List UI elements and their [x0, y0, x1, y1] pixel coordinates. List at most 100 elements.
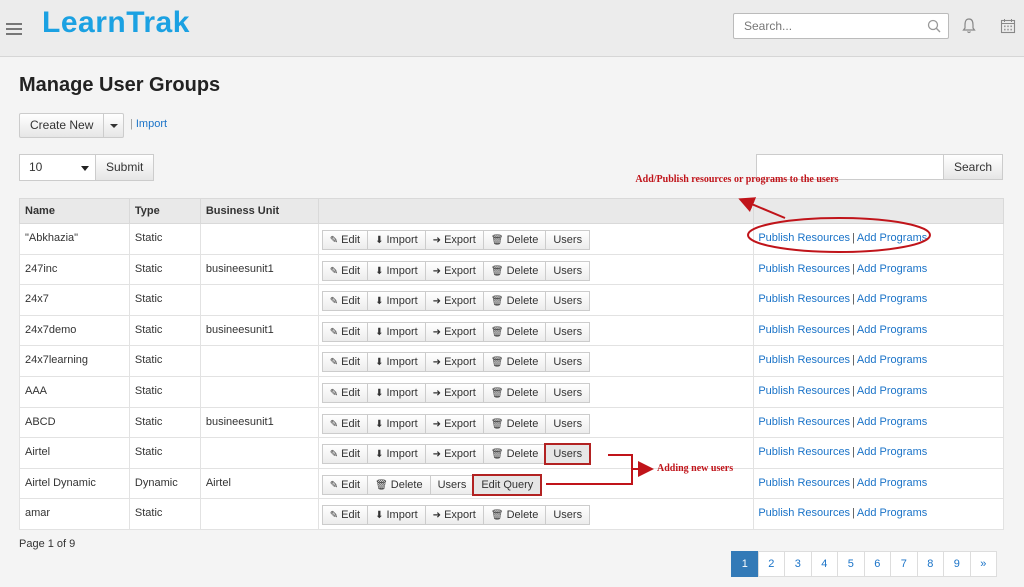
- users-button[interactable]: Users: [544, 443, 592, 466]
- users-button[interactable]: Users: [545, 413, 591, 434]
- add-programs-link[interactable]: Add Programs: [857, 232, 927, 244]
- delete-button[interactable]: 🗑 Delete: [482, 413, 547, 434]
- publish-resources-link[interactable]: Publish Resources: [758, 293, 850, 305]
- table-row: 24x7 Static ✎ Edit ⬇ Import ➜ Export 🗑 Delete Us…: [19, 284, 1004, 316]
- submit-button[interactable]: Submit: [96, 154, 155, 181]
- column-header-business-unit[interactable]: Business Unit: [199, 198, 319, 224]
- import-button[interactable]: ⬇ Import: [367, 321, 426, 342]
- calendar-icon[interactable]: [1000, 18, 1016, 34]
- users-button[interactable]: Users: [545, 505, 591, 526]
- pagination-next[interactable]: »: [969, 551, 997, 577]
- pagination-page[interactable]: 4: [810, 551, 838, 577]
- users-button[interactable]: Users: [545, 382, 591, 403]
- edit-button[interactable]: ✎ Edit: [321, 291, 369, 312]
- pagination-page[interactable]: 6: [863, 551, 891, 577]
- edit-button[interactable]: ✎ Edit: [321, 382, 369, 403]
- global-search[interactable]: [733, 13, 949, 39]
- edit-query-button[interactable]: Edit Query: [472, 473, 543, 496]
- page-info: Page 1 of 9: [19, 538, 76, 550]
- delete-button[interactable]: 🗑 Delete: [482, 321, 547, 342]
- add-programs-link[interactable]: Add Programs: [857, 263, 927, 275]
- hamburger-menu-icon[interactable]: [6, 23, 22, 35]
- export-icon: ➜: [432, 326, 442, 338]
- delete-button[interactable]: 🗑 Delete: [482, 260, 547, 281]
- import-button[interactable]: ⬇ Import: [367, 260, 426, 281]
- pagination-page[interactable]: 2: [757, 551, 785, 577]
- add-programs-link[interactable]: Add Programs: [857, 324, 927, 336]
- table-search-button[interactable]: Search: [944, 154, 1004, 180]
- import-button[interactable]: ⬇ Import: [367, 291, 426, 312]
- publish-resources-link[interactable]: Publish Resources: [758, 385, 850, 397]
- delete-button[interactable]: 🗑 Delete: [482, 382, 547, 403]
- delete-button[interactable]: 🗑 Delete: [367, 474, 431, 495]
- delete-button[interactable]: 🗑 Delete: [482, 230, 547, 250]
- search-icon[interactable]: [927, 19, 941, 33]
- export-button[interactable]: ➜ Export: [424, 413, 484, 434]
- export-button[interactable]: ➜ Export: [424, 444, 484, 465]
- export-button[interactable]: ➜ Export: [424, 382, 484, 403]
- pagination-page[interactable]: 5: [837, 551, 865, 577]
- edit-button[interactable]: ✎ Edit: [321, 413, 369, 434]
- export-button[interactable]: ➜ Export: [424, 230, 484, 250]
- pagination-page[interactable]: 3: [784, 551, 812, 577]
- add-programs-link[interactable]: Add Programs: [857, 507, 927, 519]
- import-button[interactable]: ⬇ Import: [367, 505, 426, 526]
- pagination-page[interactable]: 8: [916, 551, 944, 577]
- delete-button[interactable]: 🗑 Delete: [482, 291, 547, 312]
- publish-resources-link[interactable]: Publish Resources: [758, 446, 850, 458]
- import-button[interactable]: ⬇ Import: [367, 444, 426, 465]
- edit-button[interactable]: ✎ Edit: [321, 260, 369, 281]
- edit-button[interactable]: ✎ Edit: [321, 230, 369, 250]
- users-button[interactable]: Users: [545, 321, 591, 342]
- publish-resources-link[interactable]: Publish Resources: [758, 324, 850, 336]
- import-button[interactable]: ⬇ Import: [367, 230, 426, 250]
- add-programs-link[interactable]: Add Programs: [857, 446, 927, 458]
- publish-resources-link[interactable]: Publish Resources: [758, 263, 850, 275]
- search-input[interactable]: [734, 14, 914, 38]
- publish-resources-link[interactable]: Publish Resources: [758, 416, 850, 428]
- export-button[interactable]: ➜ Export: [424, 505, 484, 526]
- logo[interactable]: LearnTrak: [42, 6, 190, 40]
- publish-resources-link[interactable]: Publish Resources: [758, 232, 850, 244]
- users-button[interactable]: Users: [545, 230, 591, 250]
- publish-resources-link[interactable]: Publish Resources: [758, 507, 850, 519]
- add-programs-link[interactable]: Add Programs: [857, 293, 927, 305]
- cell-business-unit: [199, 284, 319, 316]
- delete-button[interactable]: 🗑 Delete: [482, 352, 547, 373]
- users-button[interactable]: Users: [429, 474, 475, 495]
- import-link[interactable]: Import: [136, 118, 167, 130]
- add-programs-link[interactable]: Add Programs: [857, 416, 927, 428]
- edit-button[interactable]: ✎ Edit: [321, 321, 369, 342]
- edit-button[interactable]: ✎ Edit: [321, 505, 369, 526]
- users-button[interactable]: Users: [545, 291, 591, 312]
- add-programs-link[interactable]: Add Programs: [857, 477, 927, 489]
- import-button[interactable]: ⬇ Import: [367, 413, 426, 434]
- import-button[interactable]: ⬇ Import: [367, 352, 426, 373]
- export-label: Export: [444, 264, 476, 277]
- delete-button[interactable]: 🗑 Delete: [482, 505, 547, 526]
- export-button[interactable]: ➜ Export: [424, 291, 484, 312]
- users-button[interactable]: Users: [545, 352, 591, 373]
- delete-button[interactable]: 🗑 Delete: [482, 444, 547, 465]
- import-button[interactable]: ⬇ Import: [367, 382, 426, 403]
- edit-button[interactable]: ✎ Edit: [321, 352, 369, 373]
- publish-resources-link[interactable]: Publish Resources: [758, 477, 850, 489]
- pagination-page[interactable]: 1: [731, 551, 759, 577]
- bell-icon[interactable]: [961, 17, 977, 35]
- export-button[interactable]: ➜ Export: [424, 321, 484, 342]
- page-size-select[interactable]: 10: [19, 154, 96, 181]
- pagination-page[interactable]: 9: [943, 551, 971, 577]
- publish-resources-link[interactable]: Publish Resources: [758, 354, 850, 366]
- add-programs-link[interactable]: Add Programs: [857, 385, 927, 397]
- pagination-page[interactable]: 7: [890, 551, 918, 577]
- column-header-name[interactable]: Name: [19, 198, 130, 224]
- column-header-type[interactable]: Type: [128, 198, 201, 224]
- create-new-button[interactable]: Create New: [19, 113, 105, 138]
- edit-button[interactable]: ✎ Edit: [321, 444, 369, 465]
- export-button[interactable]: ➜ Export: [424, 260, 484, 281]
- create-new-dropdown-toggle[interactable]: [104, 113, 125, 138]
- edit-button[interactable]: ✎ Edit: [321, 474, 369, 495]
- users-button[interactable]: Users: [545, 260, 591, 281]
- add-programs-link[interactable]: Add Programs: [857, 354, 927, 366]
- export-button[interactable]: ➜ Export: [424, 352, 484, 373]
